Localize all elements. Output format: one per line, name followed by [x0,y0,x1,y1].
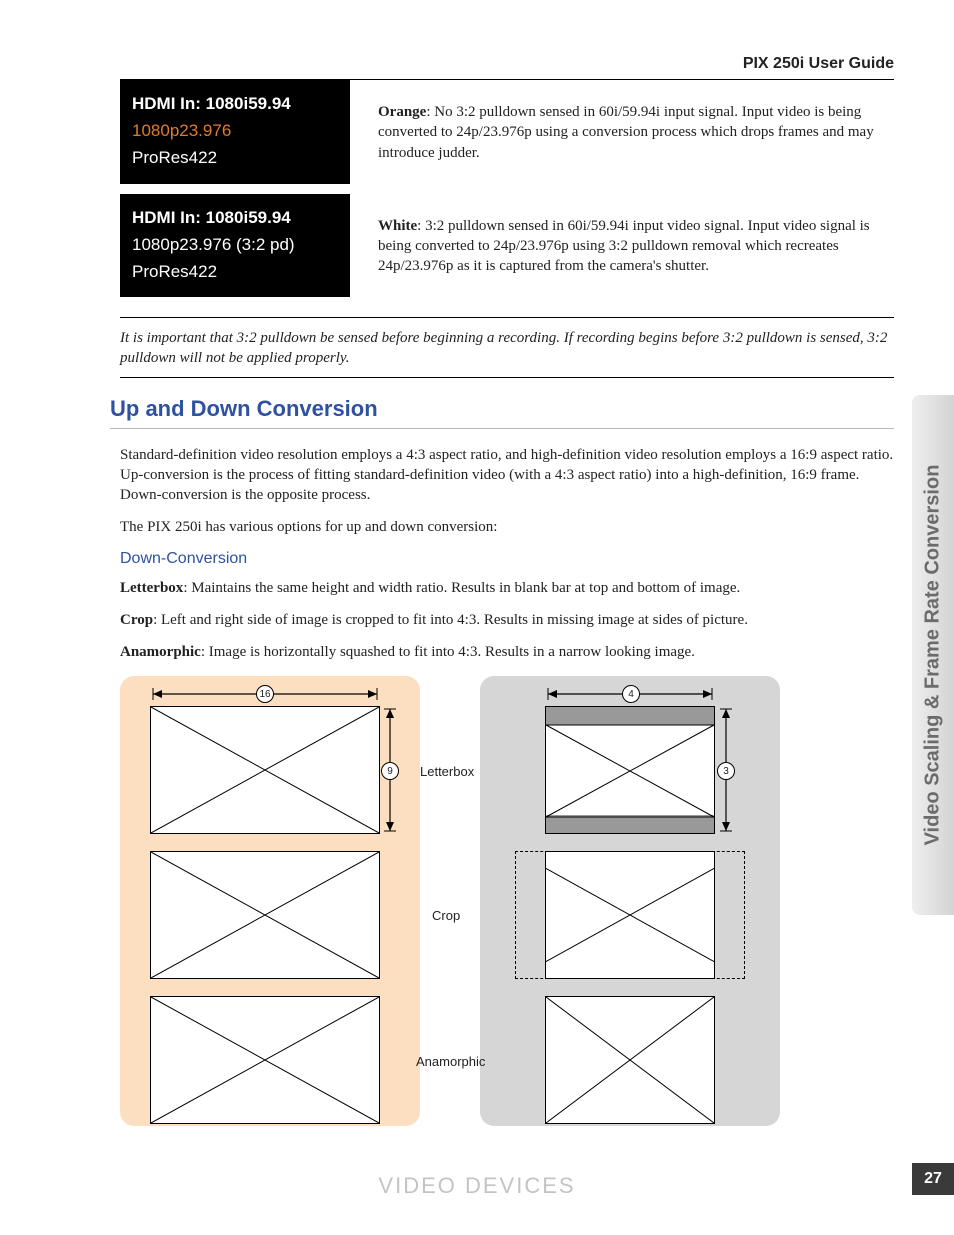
divider [120,377,894,378]
source-frame [150,706,380,834]
result-frame-anamorphic [545,996,715,1124]
body-paragraph: Anamorphic: Image is horizontally squash… [120,642,894,662]
lcd-display-orange: HDMI In: 1080i59.94 1080p23.976 ProRes42… [120,80,350,184]
lcd-line: HDMI In: 1080i59.94 [132,90,338,117]
body-paragraph: Crop: Left and right side of image is cr… [120,610,894,630]
section-tab: Video Scaling & Frame Rate Conversion [912,395,954,915]
conversion-diagram: 16 9 Letterbox Crop Anamorphic 4 3 [120,676,810,1126]
body-paragraph: Letterbox: Maintains the same height and… [120,578,894,598]
header-title: PIX 250i User Guide [120,55,894,80]
lcd-line: ProRes422 [132,258,338,285]
desc-text: : 3:2 pulldown sensed in 60i/59.94i inpu… [378,218,870,275]
diagram-label-letterbox: Letterbox [420,764,474,779]
desc-label: White [378,218,417,234]
diagram-label-anamorphic: Anamorphic [416,1054,485,1069]
desc-text: : No 3:2 pulldown sensed in 60i/59.94i i… [378,104,874,161]
lcd-line-highlight: 1080p23.976 [132,117,338,144]
footer-brand: VIDEO DEVICES [378,1173,575,1199]
source-frame [150,996,380,1124]
term-label: Crop [120,612,153,628]
body-paragraph: Standard-definition video resolution emp… [120,445,894,506]
lcd-row-orange: HDMI In: 1080i59.94 1080p23.976 ProRes42… [120,80,894,184]
result-frame-letterbox [545,706,715,834]
lcd-line: ProRes422 [132,144,338,171]
term-label: Anamorphic [120,644,201,660]
term-text: : Maintains the same height and width ra… [183,580,740,596]
page-number: 27 [912,1163,954,1195]
source-frame [150,851,380,979]
lcd-description: Orange: No 3:2 pulldown sensed in 60i/59… [378,80,894,163]
term-text: : Left and right side of image is croppe… [153,612,748,628]
diagram-label-crop: Crop [432,908,460,923]
lcd-display-white: HDMI In: 1080i59.94 1080p23.976 (3:2 pd)… [120,194,350,298]
lcd-description: White: 3:2 pulldown sensed in 60i/59.94i… [378,194,894,277]
desc-label: Orange [378,104,426,120]
term-text: : Image is horizontally squashed to fit … [201,644,695,660]
result-frame-crop [545,851,715,979]
lcd-line: HDMI In: 1080i59.94 [132,204,338,231]
term-label: Letterbox [120,580,183,596]
body-paragraph: The PIX 250i has various options for up … [120,517,894,537]
lcd-row-white: HDMI In: 1080i59.94 1080p23.976 (3:2 pd)… [120,194,894,298]
lcd-line: 1080p23.976 (3:2 pd) [132,231,338,258]
divider [120,317,894,318]
section-heading: Up and Down Conversion [110,396,894,429]
note-text: It is important that 3:2 pulldown be sen… [120,328,894,369]
subheading: Down-Conversion [120,550,894,568]
section-tab-label: Video Scaling & Frame Rate Conversion [922,465,945,846]
